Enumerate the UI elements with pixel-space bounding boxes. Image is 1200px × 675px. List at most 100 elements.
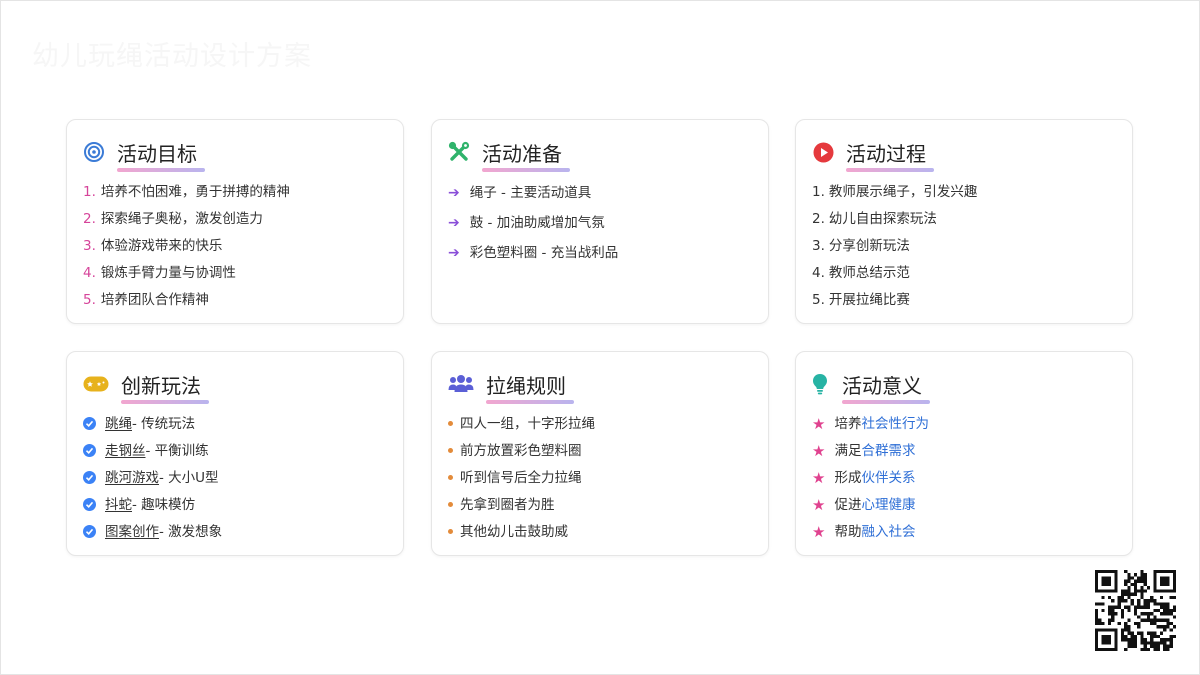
item-text: 鼓 - 加油助威增加气氛 [469, 215, 605, 231]
item-text: 锻炼手臂力量与协调性 [100, 264, 236, 281]
card-prep-title: 活动准备 [482, 138, 570, 172]
bullet-dot-icon [448, 475, 453, 480]
card-rules-title: 拉绳规则 [486, 370, 574, 404]
list-item: 4. 锻炼手臂力量与协调性 [83, 259, 290, 286]
tools-icon [448, 141, 470, 163]
play-desc: - 激发想象 [159, 523, 223, 540]
list-item: 2. 幼儿自由探索玩法 [812, 205, 977, 232]
list-item: 1. 教师展示绳子，引发兴趣 [812, 178, 977, 205]
item-number: 5. [83, 291, 96, 308]
list-item: 先拿到圈者为胜 [448, 491, 595, 518]
star-icon: ★ [812, 414, 826, 433]
list-item: 3. 分享创新玩法 [812, 232, 977, 259]
play-name: 走钢丝 [105, 442, 146, 459]
meaning-highlight: 融入社会 [861, 523, 916, 540]
gamepad-icon [83, 373, 109, 395]
item-number: 3. [83, 237, 96, 254]
list-item: ➔ 彩色塑料圈 - 充当战利品 [448, 238, 618, 268]
item-text: 听到信号后全力拉绳 [460, 469, 582, 486]
item-number: 1. [812, 183, 825, 200]
list-item: 跳河游戏 - 大小U型 [83, 464, 222, 491]
bullet-dot-icon [448, 421, 453, 426]
item-text: 幼儿自由探索玩法 [828, 210, 937, 227]
page-frame [0, 0, 1200, 675]
item-text: 培养不怕困难，勇于拼搏的精神 [100, 183, 290, 200]
meaning-prefix: 形成 [834, 469, 862, 486]
item-text: 探索绳子奥秘，激发创造力 [100, 210, 263, 227]
play-desc: - 大小U型 [159, 469, 219, 486]
star-icon: ★ [812, 441, 826, 460]
check-circle-icon [83, 498, 96, 511]
item-number: 2. [812, 210, 825, 227]
list-item: ➔ 鼓 - 加油助威增加气氛 [448, 208, 618, 238]
meaning-list: ★ 培养 社会性行为 ★ 满足 合群需求 ★ 形成 伙伴关系 ★ 促进 心理健康 ★ 帮助 融入社会 [812, 410, 929, 545]
meaning-prefix: 促进 [834, 496, 862, 513]
meaning-prefix: 满足 [834, 442, 862, 459]
list-item: ★ 帮助 融入社会 [812, 518, 929, 545]
item-text: 培养团队合作精神 [100, 291, 209, 308]
star-icon: ★ [812, 522, 826, 541]
list-item: ★ 满足 合群需求 [812, 437, 929, 464]
item-number: 5. [812, 291, 825, 308]
item-text: 四人一组，十字形拉绳 [460, 415, 595, 432]
check-circle-icon [83, 444, 96, 457]
card-process: 活动过程 1. 教师展示绳子，引发兴趣 2. 幼儿自由探索玩法 3. 分享创新玩法 4… [795, 119, 1133, 324]
arrow-right-icon: ➔ [448, 185, 460, 201]
card-prep: 活动准备 ➔ 绳子 - 主要活动道具 ➔ 鼓 - 加油助威增加气氛 ➔ 彩色塑料圈 -… [431, 119, 769, 324]
prep-list: ➔ 绳子 - 主要活动道具 ➔ 鼓 - 加油助威增加气氛 ➔ 彩色塑料圈 - 充当战利… [448, 178, 618, 268]
play-desc: - 平衡训练 [145, 442, 209, 459]
meaning-highlight: 社会性行为 [861, 415, 929, 432]
list-item: ★ 促进 心理健康 [812, 491, 929, 518]
list-item: 跳绳 - 传统玩法 [83, 410, 222, 437]
item-text: 体验游戏带来的快乐 [100, 237, 223, 254]
bullet-dot-icon [448, 529, 453, 534]
play-list: 跳绳 - 传统玩法 走钢丝 - 平衡训练 跳河游戏 - 大小U型 抖蛇 - 趣味… [83, 410, 222, 545]
item-number: 4. [83, 264, 96, 281]
list-item: ★ 培养 社会性行为 [812, 410, 929, 437]
card-meaning: 活动意义 ★ 培养 社会性行为 ★ 满足 合群需求 ★ 形成 伙伴关系 ★ 促进 心理健康 ★ 帮… [795, 351, 1133, 556]
list-item: 抖蛇 - 趣味模仿 [83, 491, 222, 518]
item-text: 前方放置彩色塑料圈 [460, 442, 582, 459]
play-icon [812, 141, 834, 163]
item-number: 4. [812, 264, 825, 281]
users-icon [448, 373, 474, 395]
meaning-highlight: 合群需求 [861, 442, 916, 459]
list-item: 图案创作 - 激发想象 [83, 518, 222, 545]
item-text: 开展拉绳比赛 [828, 291, 910, 308]
card-meaning-header: 活动意义 [812, 369, 930, 404]
play-name: 跳河游戏 [105, 469, 159, 486]
card-play-header: 创新玩法 [83, 369, 209, 404]
card-process-header: 活动过程 [812, 137, 934, 172]
card-meaning-title: 活动意义 [842, 370, 930, 404]
item-text: 绳子 - 主要活动道具 [469, 185, 592, 201]
card-process-title: 活动过程 [846, 138, 934, 172]
check-circle-icon [83, 417, 96, 430]
item-text: 分享创新玩法 [828, 237, 910, 254]
card-goals-header: 活动目标 [83, 137, 205, 172]
item-text: 彩色塑料圈 - 充当战利品 [469, 245, 619, 261]
meaning-prefix: 帮助 [834, 523, 862, 540]
card-prep-header: 活动准备 [448, 137, 570, 172]
list-item: 听到信号后全力拉绳 [448, 464, 595, 491]
lightbulb-icon [812, 373, 828, 395]
card-goals: 活动目标 1. 培养不怕困难，勇于拼搏的精神 2. 探索绳子奥秘，激发创造力 3. 体… [66, 119, 404, 324]
list-item: ➔ 绳子 - 主要活动道具 [448, 178, 618, 208]
item-text: 其他幼儿击鼓助威 [460, 523, 568, 540]
page-title: 幼儿玩绳活动设计方案 [32, 41, 312, 72]
list-item: 前方放置彩色塑料圈 [448, 437, 595, 464]
item-text: 先拿到圈者为胜 [460, 496, 555, 513]
goals-list: 1. 培养不怕困难，勇于拼搏的精神 2. 探索绳子奥秘，激发创造力 3. 体验游戏带来… [83, 178, 290, 313]
card-play-title: 创新玩法 [121, 370, 209, 404]
play-name: 图案创作 [105, 523, 159, 540]
list-item: ★ 形成 伙伴关系 [812, 464, 929, 491]
item-number: 1. [83, 183, 96, 200]
arrow-right-icon: ➔ [448, 245, 460, 261]
list-item: 四人一组，十字形拉绳 [448, 410, 595, 437]
item-number: 2. [83, 210, 96, 227]
target-icon [83, 141, 105, 163]
process-list: 1. 教师展示绳子，引发兴趣 2. 幼儿自由探索玩法 3. 分享创新玩法 4. 教师总结… [812, 178, 977, 313]
list-item: 4. 教师总结示范 [812, 259, 977, 286]
bullet-dot-icon [448, 448, 453, 453]
item-text: 教师展示绳子，引发兴趣 [828, 183, 978, 200]
card-rules: 拉绳规则 四人一组，十字形拉绳 前方放置彩色塑料圈 听到信号后全力拉绳 先拿到圈… [431, 351, 769, 556]
